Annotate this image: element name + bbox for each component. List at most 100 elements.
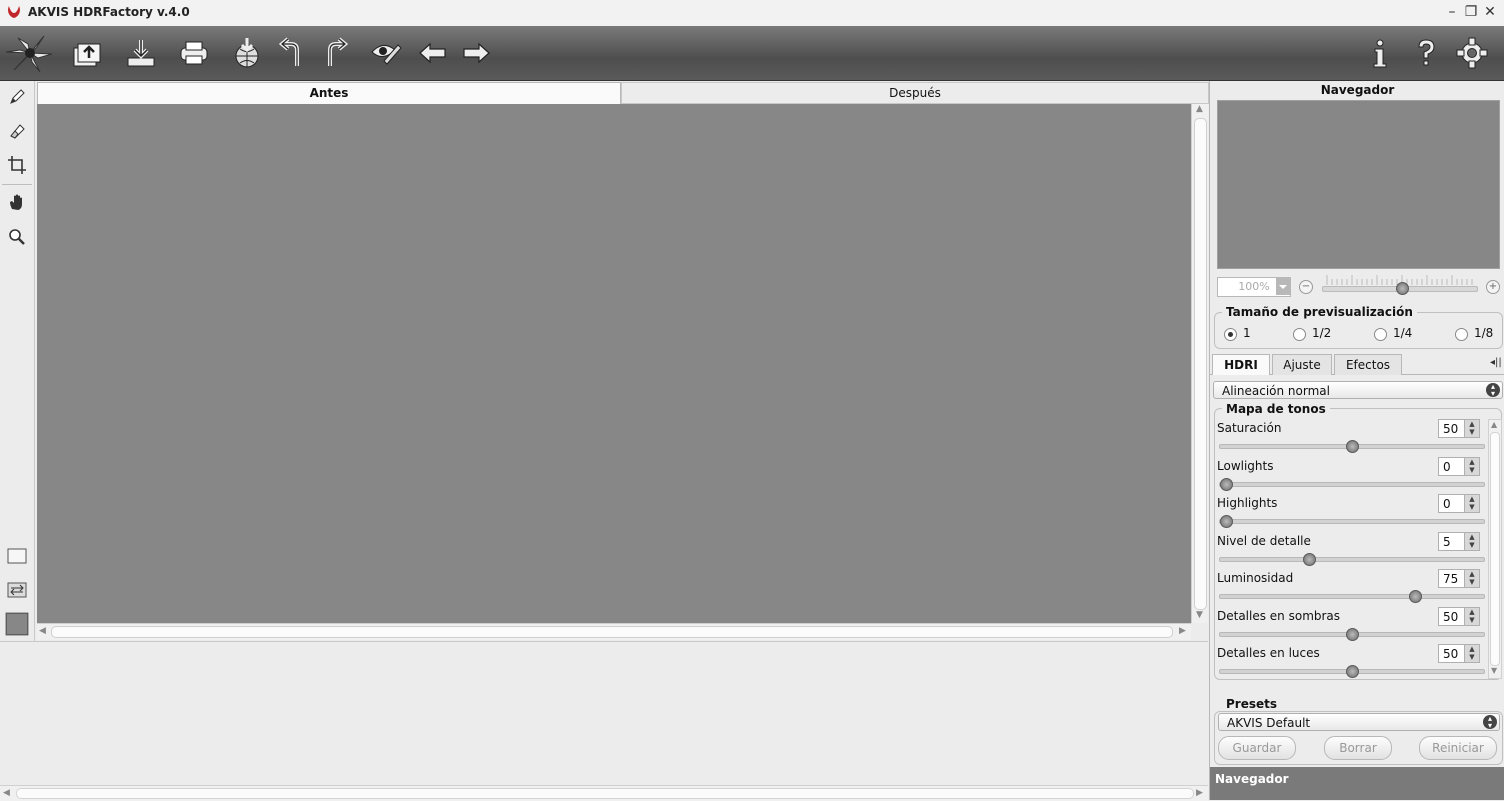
param-spinner-icon[interactable]: ▲ ▼: [1464, 645, 1479, 662]
back-icon[interactable]: [414, 34, 452, 72]
param-value-input[interactable]: 50 ▲ ▼: [1438, 419, 1480, 438]
tab-after[interactable]: Después: [621, 82, 1209, 104]
preview-size-option-half: 1/2: [1312, 326, 1332, 340]
params-scroll-up-icon[interactable]: ▲: [1491, 420, 1497, 429]
param-slider-knob[interactable]: [1346, 628, 1359, 641]
param-slider-knob[interactable]: [1346, 440, 1359, 453]
tab-before[interactable]: Antes: [37, 82, 621, 104]
preview-size-radio-1[interactable]: [1224, 328, 1237, 341]
param-value-input[interactable]: 50 ▲ ▼: [1438, 644, 1480, 663]
params-scrollbar[interactable]: ▲ ▼: [1488, 419, 1502, 679]
close-button[interactable]: ✕: [1481, 4, 1499, 20]
settings-panel: Navegador 100% − + Tamaño de previsualiz…: [1209, 81, 1504, 800]
bottom-scroll-left-icon[interactable]: ◀: [3, 788, 10, 798]
single-view-icon[interactable]: [4, 543, 30, 569]
param-value-input[interactable]: 0 ▲ ▼: [1438, 494, 1480, 513]
undo-icon[interactable]: [273, 34, 311, 72]
param-spinner-icon[interactable]: ▲ ▼: [1464, 495, 1479, 512]
crop-icon[interactable]: [4, 152, 30, 178]
param-spinner-icon[interactable]: ▲ ▼: [1464, 458, 1479, 475]
delete-preset-button[interactable]: Borrar: [1324, 736, 1392, 760]
param-slider[interactable]: [1219, 478, 1485, 491]
param-value: 0: [1443, 460, 1451, 474]
tab-efectos[interactable]: Efectos: [1334, 354, 1402, 375]
tab-ajuste[interactable]: Ajuste: [1272, 354, 1332, 375]
pencil-icon[interactable]: [4, 84, 30, 110]
param-spinner-icon[interactable]: ▲ ▼: [1464, 533, 1479, 550]
zoom-in-button[interactable]: +: [1486, 280, 1500, 294]
preview-size-label: Tamaño de previsualización: [1222, 305, 1417, 319]
split-view-icon[interactable]: [4, 577, 30, 603]
preview-size-radio-eighth[interactable]: [1455, 328, 1468, 341]
preview-size-radio-half[interactable]: [1293, 328, 1306, 341]
param-slider-knob[interactable]: [1303, 553, 1316, 566]
zoom-slider[interactable]: [1322, 275, 1478, 295]
app-logo-icon: [6, 4, 22, 20]
horizontal-scroll-thumb[interactable]: [51, 626, 1173, 638]
param-value-input[interactable]: 75 ▲ ▼: [1438, 569, 1480, 588]
maximize-button[interactable]: ❐: [1462, 4, 1480, 20]
minimize-button[interactable]: –: [1443, 4, 1461, 20]
print-icon[interactable]: [175, 34, 213, 72]
bottom-scroll-right-icon[interactable]: ▶: [1196, 788, 1203, 798]
alignment-select[interactable]: Alineación normal ▴ ▾: [1213, 381, 1503, 399]
presets-select[interactable]: AKVIS Default ▴ ▾: [1218, 713, 1500, 731]
bottom-navigator-bar[interactable]: Navegador: [1210, 767, 1504, 800]
param-slider-knob[interactable]: [1220, 478, 1233, 491]
param-spinner-icon[interactable]: ▲ ▼: [1464, 420, 1479, 437]
navigator-preview[interactable]: [1217, 100, 1500, 269]
image-canvas[interactable]: [37, 104, 1191, 623]
param-slider[interactable]: [1219, 440, 1485, 453]
publish-icon[interactable]: [228, 34, 266, 72]
open-icon[interactable]: [68, 34, 106, 72]
param-slider-knob[interactable]: [1346, 665, 1359, 678]
param-slider[interactable]: [1219, 553, 1485, 566]
logo-icon[interactable]: [4, 30, 56, 76]
lower-workspace: [0, 641, 1208, 786]
param-slider[interactable]: [1219, 590, 1485, 603]
zoom-out-button[interactable]: −: [1299, 280, 1313, 294]
zoom-icon[interactable]: [4, 224, 30, 250]
canvas-vertical-scrollbar[interactable]: ▲ ▼: [1191, 104, 1208, 623]
param-value-input[interactable]: 5 ▲ ▼: [1438, 532, 1480, 551]
preview-size-radio-quarter[interactable]: [1374, 328, 1387, 341]
help-icon[interactable]: [1407, 34, 1445, 72]
hand-icon[interactable]: [4, 189, 30, 215]
param-value-input[interactable]: 0 ▲ ▼: [1438, 457, 1480, 476]
vertical-scroll-thumb[interactable]: [1194, 118, 1207, 610]
redo-icon[interactable]: [316, 34, 354, 72]
forward-icon[interactable]: [457, 34, 495, 72]
bottom-scroll-thumb[interactable]: [16, 788, 1194, 799]
param-slider[interactable]: [1219, 628, 1485, 641]
info-icon[interactable]: [1361, 34, 1399, 72]
scroll-down-icon[interactable]: ▼: [1196, 610, 1203, 620]
zoom-dropdown-button[interactable]: [1276, 278, 1290, 295]
eraser-icon[interactable]: [4, 118, 30, 144]
param-slider[interactable]: [1219, 515, 1485, 528]
zoom-slider-knob[interactable]: [1396, 282, 1409, 295]
scroll-left-icon[interactable]: ◀: [39, 626, 46, 636]
params-scroll-down-icon[interactable]: ▼: [1491, 666, 1497, 675]
canvas-horizontal-scrollbar[interactable]: ◀ ▶: [37, 623, 1191, 640]
param-slider-knob[interactable]: [1220, 515, 1233, 528]
settings-icon[interactable]: [1453, 34, 1491, 72]
panel-collapse-icon[interactable]: ◂||: [1490, 357, 1502, 368]
param-label: Nivel de detalle: [1217, 534, 1311, 548]
bottom-scrollbar[interactable]: ◀ ▶: [0, 785, 1208, 801]
scroll-up-icon[interactable]: ▲: [1196, 104, 1203, 114]
param-slider-knob[interactable]: [1409, 590, 1422, 603]
preview-icon[interactable]: [367, 34, 405, 72]
tab-hdri[interactable]: HDRI: [1212, 354, 1270, 375]
param-value-input[interactable]: 50 ▲ ▼: [1438, 607, 1480, 626]
param-spinner-icon[interactable]: ▲ ▼: [1464, 570, 1479, 587]
scroll-right-icon[interactable]: ▶: [1179, 626, 1186, 636]
reset-preset-button[interactable]: Reiniciar: [1419, 736, 1497, 760]
param-spinner-icon[interactable]: ▲ ▼: [1464, 608, 1479, 625]
param-slider[interactable]: [1219, 665, 1485, 678]
params-scroll-thumb[interactable]: [1490, 432, 1500, 666]
save-preset-button[interactable]: Guardar: [1218, 736, 1296, 760]
save-icon[interactable]: [122, 34, 160, 72]
background-color-icon[interactable]: [4, 611, 30, 637]
param-label: Highlights: [1217, 496, 1278, 510]
param-label: Luminosidad: [1217, 571, 1294, 585]
